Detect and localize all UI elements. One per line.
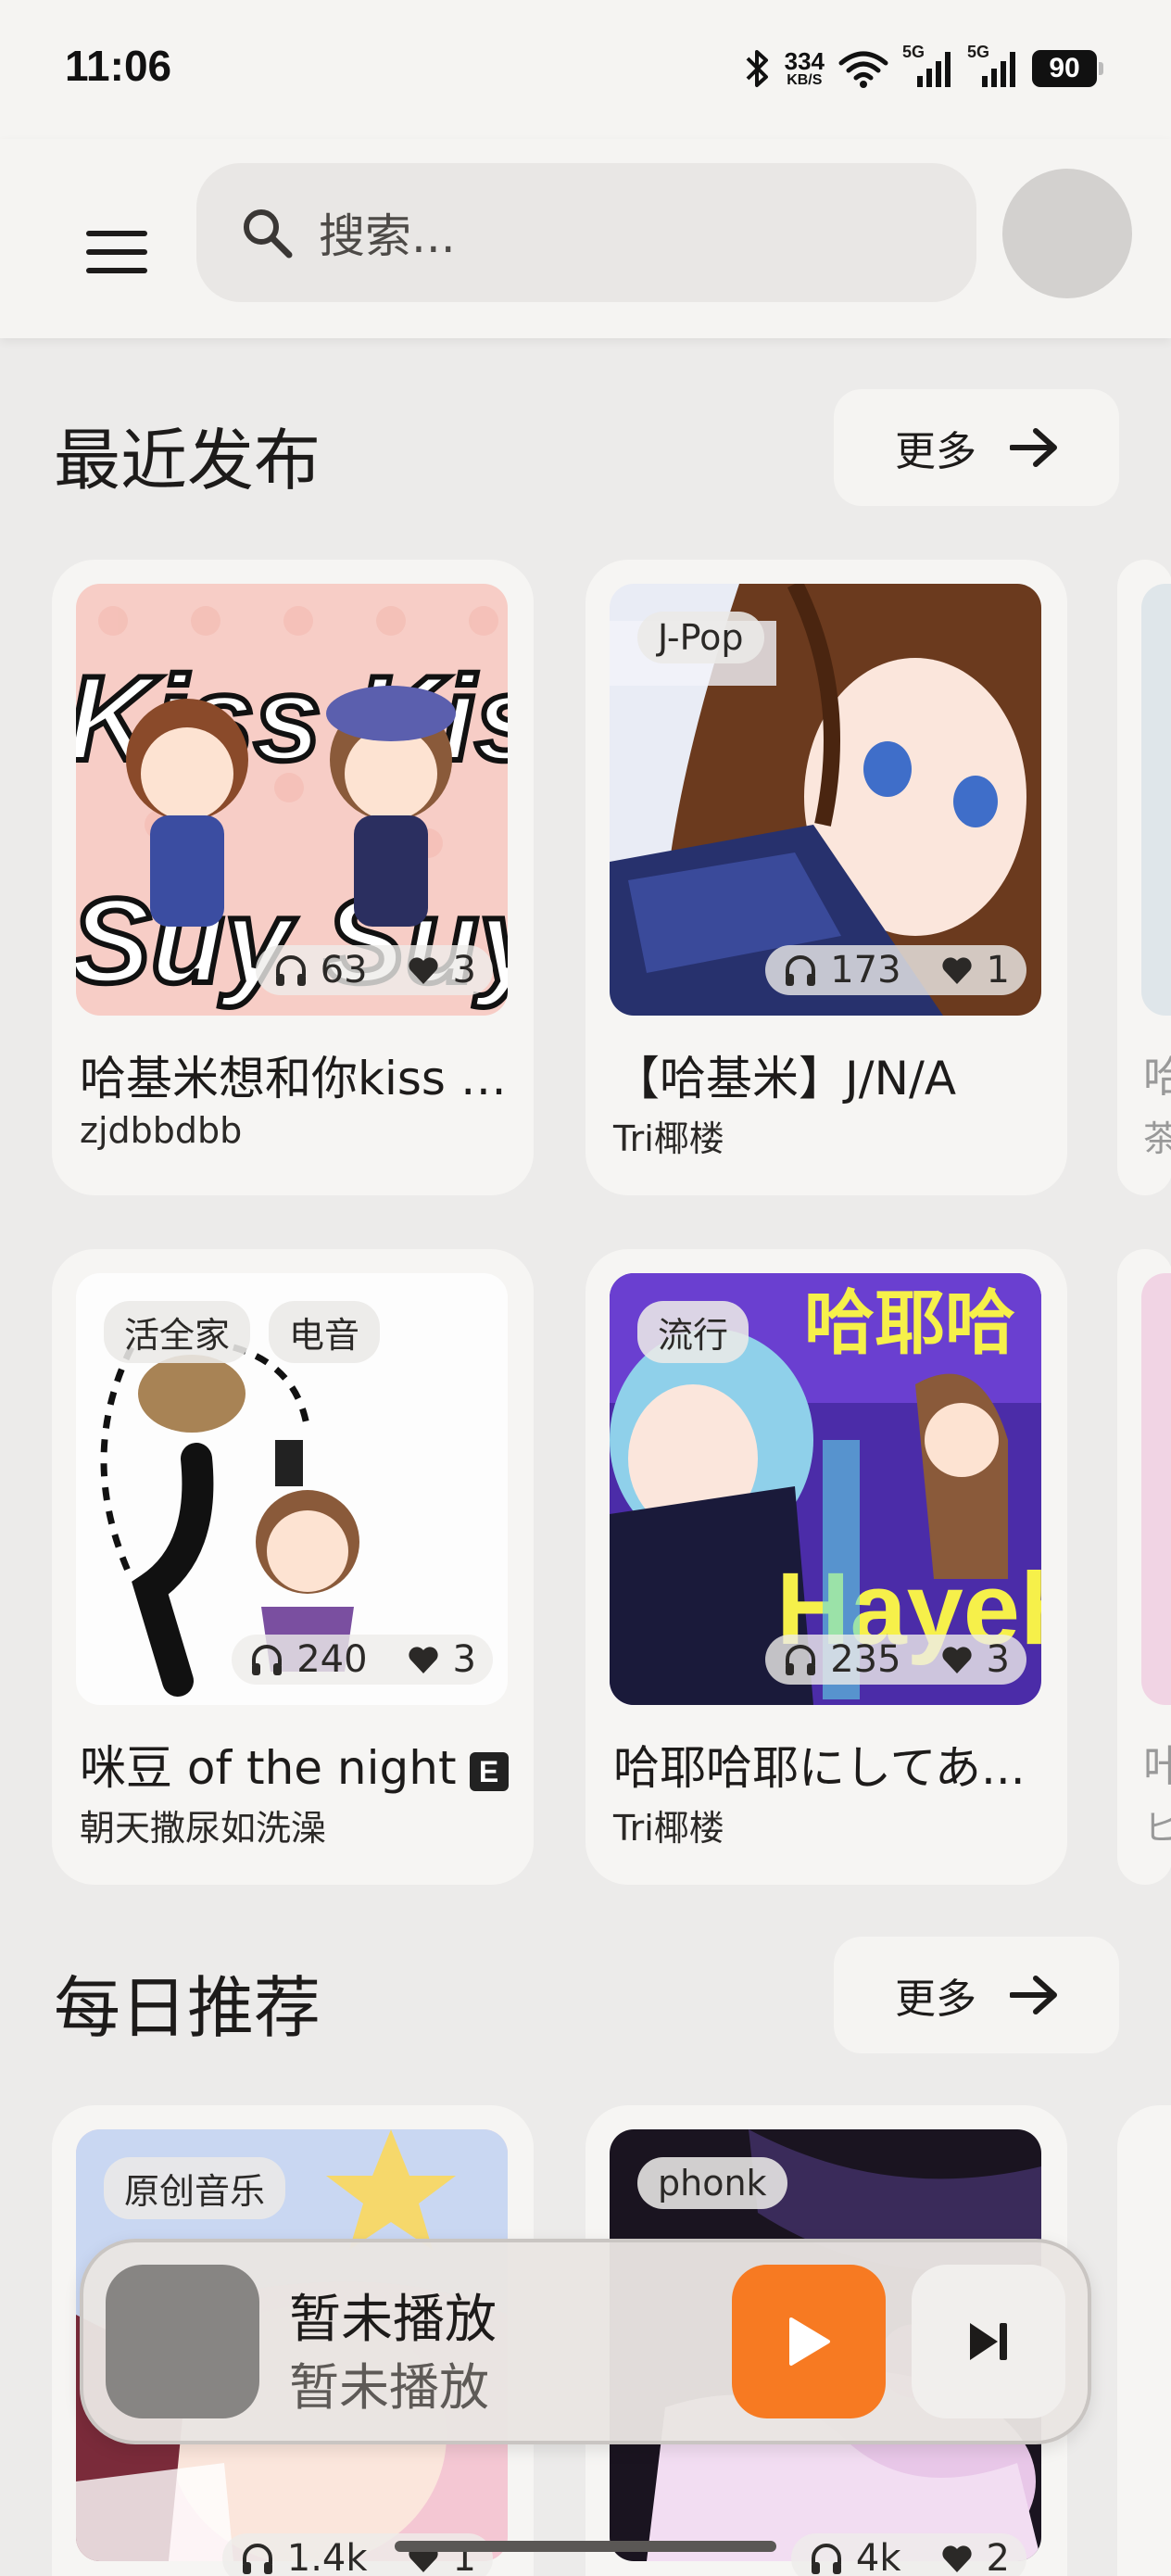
genre-tag[interactable]: 流行: [637, 1301, 749, 1363]
heart-icon: [941, 957, 972, 984]
player-subtitle: 暂未播放: [289, 2358, 489, 2417]
signal-icon: 5G: [902, 43, 954, 89]
genre-tag[interactable]: 电音: [269, 1301, 381, 1363]
menu-icon: [86, 231, 147, 273]
status-icons: 334 KB/S 5G 5G 90: [744, 43, 1103, 95]
play-count: 1.4k: [286, 2537, 368, 2576]
play-count: 173: [830, 949, 901, 991]
arrow-right-icon: [1010, 1976, 1057, 2014]
genre-tag[interactable]: 原创音乐: [104, 2157, 286, 2219]
song-title: 哈耶哈耶にしてあ...: [613, 1741, 1026, 1795]
song-title: 【哈基米】J/N/A: [613, 1052, 957, 1105]
heart-icon: [941, 1647, 972, 1673]
peek-author: 茶: [1143, 1118, 1171, 1159]
heart-icon: [941, 2545, 972, 2572]
song-stats: 63 3: [255, 945, 493, 995]
mini-player[interactable]: 暂未播放 暂未播放: [80, 2239, 1091, 2444]
headphones-icon: [242, 2544, 272, 2574]
status-time: 11:06: [65, 42, 172, 90]
battery-indicator: 90: [1032, 50, 1103, 87]
player-title: 暂未播放: [289, 2290, 497, 2350]
more-label: 更多: [895, 1976, 976, 2023]
explicit-badge: E: [469, 1751, 509, 1791]
arrow-right-icon: [1010, 428, 1057, 467]
avatar[interactable]: [1002, 169, 1132, 298]
song-card[interactable]: Kiss Kiss Suy Suy 63 3 哈基米想和你kiss k... z…: [52, 560, 534, 1195]
wifi-icon: [837, 48, 889, 89]
like-count: 3: [452, 949, 476, 991]
skip-next-button[interactable]: [912, 2265, 1065, 2418]
play-icon: [789, 2317, 830, 2366]
skip-next-icon: [970, 2323, 1007, 2360]
headphones-icon: [252, 1645, 283, 1675]
like-count: 1: [986, 949, 1010, 991]
play-count: 235: [830, 1638, 901, 1681]
like-count: 3: [986, 1638, 1010, 1681]
like-count: 3: [452, 1638, 476, 1681]
song-title: 哈基米想和你kiss k...: [80, 1052, 513, 1105]
more-label: 更多: [895, 428, 976, 475]
peek-author: ヒ: [1143, 1808, 1171, 1849]
song-author: Tri椰楼: [613, 1808, 724, 1849]
play-count: 240: [296, 1638, 368, 1681]
player-artwork: [106, 2265, 259, 2418]
song-author: zjdbbdbb: [80, 1110, 243, 1151]
peek-title: 咔: [1143, 1741, 1171, 1791]
more-button-daily[interactable]: 更多: [834, 1937, 1119, 2053]
headphones-icon: [811, 2544, 841, 2574]
top-app-bar: 搜索...: [0, 139, 1171, 338]
song-stats: 235 3: [765, 1635, 1026, 1685]
play-button[interactable]: [732, 2265, 886, 2418]
song-stats: 4k 2: [790, 2533, 1026, 2576]
play-count: 63: [320, 949, 368, 991]
status-bar: 11:06 334 KB/S 5G 5G 90: [0, 0, 1171, 139]
net-speed: 334 KB/S: [784, 47, 825, 88]
tag-list: 流行: [637, 1301, 749, 1363]
genre-tag[interactable]: phonk: [637, 2157, 787, 2209]
genre-tag[interactable]: J-Pop: [637, 612, 764, 663]
heart-icon: [408, 1647, 438, 1673]
headphones-icon: [786, 1645, 816, 1675]
search-placeholder: 搜索...: [319, 209, 456, 263]
svg-text:哈耶哈: 哈耶哈: [804, 1282, 1015, 1364]
section-title-recent: 最近发布: [54, 422, 321, 499]
song-card[interactable]: 哈耶哈 Hayeh 流行 235 3 哈耶哈耶にしてあ... Tri椰楼: [586, 1249, 1067, 1885]
tag-list: phonk: [637, 2157, 787, 2209]
song-card-peek[interactable]: 哈 茶: [1117, 560, 1171, 1195]
song-card-peek[interactable]: [1117, 2105, 1171, 2576]
like-count: 2: [986, 2537, 1010, 2576]
search-icon: [244, 209, 293, 259]
song-card-peek[interactable]: 咔 ヒ: [1117, 1249, 1171, 1885]
signal-icon-2: 5G: [967, 43, 1019, 89]
tag-list: J-Pop: [637, 612, 764, 663]
bluetooth-icon: [744, 47, 772, 90]
song-title: 咪豆 of the night E: [80, 1731, 513, 1798]
menu-button[interactable]: [78, 213, 156, 291]
song-card[interactable]: 活全家 电音 240 3 咪豆 of the night E 朝天撒尿如洗澡: [52, 1249, 534, 1885]
search-input[interactable]: 搜索...: [196, 163, 976, 302]
heart-icon: [408, 957, 438, 984]
more-button-recent[interactable]: 更多: [834, 389, 1119, 506]
section-title-daily: 每日推荐: [54, 1969, 321, 2047]
headphones-icon: [786, 955, 816, 986]
tag-list: 原创音乐: [104, 2157, 286, 2219]
song-stats: 240 3: [232, 1635, 493, 1685]
peek-title: 哈: [1143, 1052, 1171, 1102]
song-author: Tri椰楼: [613, 1118, 724, 1159]
headphones-icon: [275, 955, 306, 986]
song-card[interactable]: J-Pop 173 1 【哈基米】J/N/A Tri椰楼: [586, 560, 1067, 1195]
tag-list: 活全家 电音: [104, 1301, 381, 1363]
genre-tag[interactable]: 活全家: [104, 1301, 251, 1363]
song-stats: 1.4k 1: [221, 2533, 493, 2576]
play-count: 4k: [855, 2537, 901, 2576]
song-stats: 173 1: [765, 945, 1026, 995]
song-author: 朝天撒尿如洗澡: [80, 1808, 327, 1849]
home-indicator[interactable]: [395, 2541, 776, 2552]
